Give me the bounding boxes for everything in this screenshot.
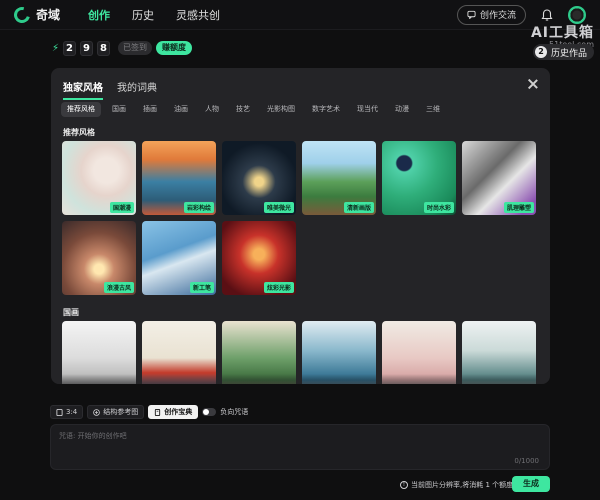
- style-label: 肌理雕塑: [503, 202, 534, 213]
- chat-icon: [467, 10, 476, 19]
- character-counter: 0/1000: [514, 457, 539, 465]
- category-digital-art[interactable]: 数字艺术: [306, 102, 346, 117]
- style-label: 浪漫古风: [103, 282, 134, 293]
- points-digit: 8: [97, 40, 111, 56]
- bolt-icon: ⚡: [52, 42, 60, 54]
- prompt-box: 0/1000: [50, 424, 550, 470]
- points-digit: 2: [63, 40, 77, 56]
- nav-inspiration[interactable]: 灵感共创: [176, 7, 220, 23]
- style-thumbnail[interactable]: 清新画版: [302, 141, 376, 215]
- style-thumbnail[interactable]: 岩彩构绘: [142, 141, 216, 215]
- category-illustration[interactable]: 插画: [137, 102, 163, 117]
- style-label: 清新画版: [343, 202, 374, 213]
- style-label: 岩彩构绘: [183, 202, 214, 213]
- category-light-composition[interactable]: 光影构图: [261, 102, 301, 117]
- style-thumbnail[interactable]: 时尚水彩: [382, 141, 456, 215]
- creation-codex-button[interactable]: 创作宝典: [148, 405, 199, 419]
- style-thumbnail[interactable]: 新工笔: [142, 221, 216, 295]
- exchange-button[interactable]: 创作交流: [456, 4, 526, 25]
- history-works-button[interactable]: 2 历史作品: [532, 44, 594, 60]
- logo[interactable]: 奇域: [11, 3, 61, 26]
- category-guohua[interactable]: 国画: [106, 102, 132, 117]
- negative-prompt-toggle[interactable]: [202, 408, 217, 416]
- cost-info: ! 当前图片分辨率,将消耗 1 个额度: [400, 480, 513, 490]
- prompt-toolbar: 3:4 结构参考图 创作宝典 负向咒语: [50, 405, 248, 419]
- style-label: 国潮漫: [109, 202, 134, 213]
- ratio-button[interactable]: 3:4: [50, 405, 84, 419]
- prompt-input[interactable]: [59, 431, 539, 453]
- logo-icon: [11, 3, 33, 26]
- nav-create[interactable]: 创作: [88, 7, 110, 23]
- category-contemporary[interactable]: 现当代: [351, 102, 384, 117]
- style-thumbnail[interactable]: 肌理雕塑: [462, 141, 536, 215]
- bell-icon[interactable]: [540, 8, 554, 22]
- category-3d[interactable]: 三维: [420, 102, 446, 117]
- book-icon: [155, 408, 161, 416]
- points-digit: 9: [80, 40, 94, 56]
- structure-reference-button[interactable]: 结构参考图: [87, 405, 145, 419]
- category-tabs: 推荐风格 国画 插画 油画 人物 技艺 光影构图 数字艺术 现当代 动漫 三维: [61, 102, 446, 117]
- structure-reference-label: 结构参考图: [103, 408, 139, 416]
- nav-history[interactable]: 历史: [132, 7, 154, 23]
- style-thumbnail[interactable]: 国潮漫: [62, 141, 136, 215]
- watermark-title: AI工具箱: [530, 25, 594, 41]
- plus-circle-icon: [93, 408, 101, 416]
- cost-info-text: 当前图片分辨率,将消耗 1 个额度: [411, 481, 514, 489]
- signed-badge: 已签到: [118, 41, 153, 55]
- style-label: 唯美微光: [263, 202, 294, 213]
- section-title-guohua: 国画: [63, 308, 79, 317]
- style-thumbnail[interactable]: 唯美微光: [222, 141, 296, 215]
- app-name: 奇域: [36, 8, 61, 22]
- category-portrait[interactable]: 人物: [199, 102, 225, 117]
- top-bar: 奇域 创作 历史 灵感共创 创作交流: [0, 0, 600, 30]
- history-label: 历史作品: [550, 48, 587, 59]
- close-icon[interactable]: [527, 78, 539, 90]
- tab-my-dictionary[interactable]: 我的词典: [117, 79, 157, 100]
- category-recommended[interactable]: 推荐风格: [61, 102, 101, 117]
- style-label: 炫彩光影: [263, 282, 294, 293]
- category-oil[interactable]: 油画: [168, 102, 194, 117]
- panel-fade: [51, 374, 550, 384]
- ratio-icon: [56, 408, 63, 416]
- history-count-badge: 2: [534, 46, 547, 58]
- style-thumbnail[interactable]: 浪漫古风: [62, 221, 136, 295]
- style-thumbnail[interactable]: 炫彩光影: [222, 221, 296, 295]
- points-bar: ⚡ 2 9 8 已签到 赚额度: [52, 40, 193, 56]
- generate-button[interactable]: 生成: [512, 476, 550, 492]
- category-anime[interactable]: 动漫: [389, 102, 415, 117]
- earn-credit-button[interactable]: 赚额度: [156, 41, 193, 55]
- tab-exclusive-styles[interactable]: 独家风格: [63, 79, 103, 100]
- section-title-recommended: 推荐风格: [63, 128, 95, 137]
- negative-prompt-label: 负向咒语: [220, 408, 249, 416]
- exchange-label: 创作交流: [479, 11, 516, 21]
- style-label: 新工笔: [189, 282, 214, 293]
- avatar[interactable]: [568, 5, 586, 24]
- style-panel: 独家风格 我的词典 推荐风格 国画 插画 油画 人物 技艺 光影构图 数字艺术 …: [51, 68, 550, 384]
- creation-codex-label: 创作宝典: [164, 408, 193, 416]
- category-craft[interactable]: 技艺: [230, 102, 256, 117]
- style-label: 时尚水彩: [423, 202, 454, 213]
- info-icon: !: [400, 481, 408, 489]
- ratio-label: 3:4: [66, 408, 78, 416]
